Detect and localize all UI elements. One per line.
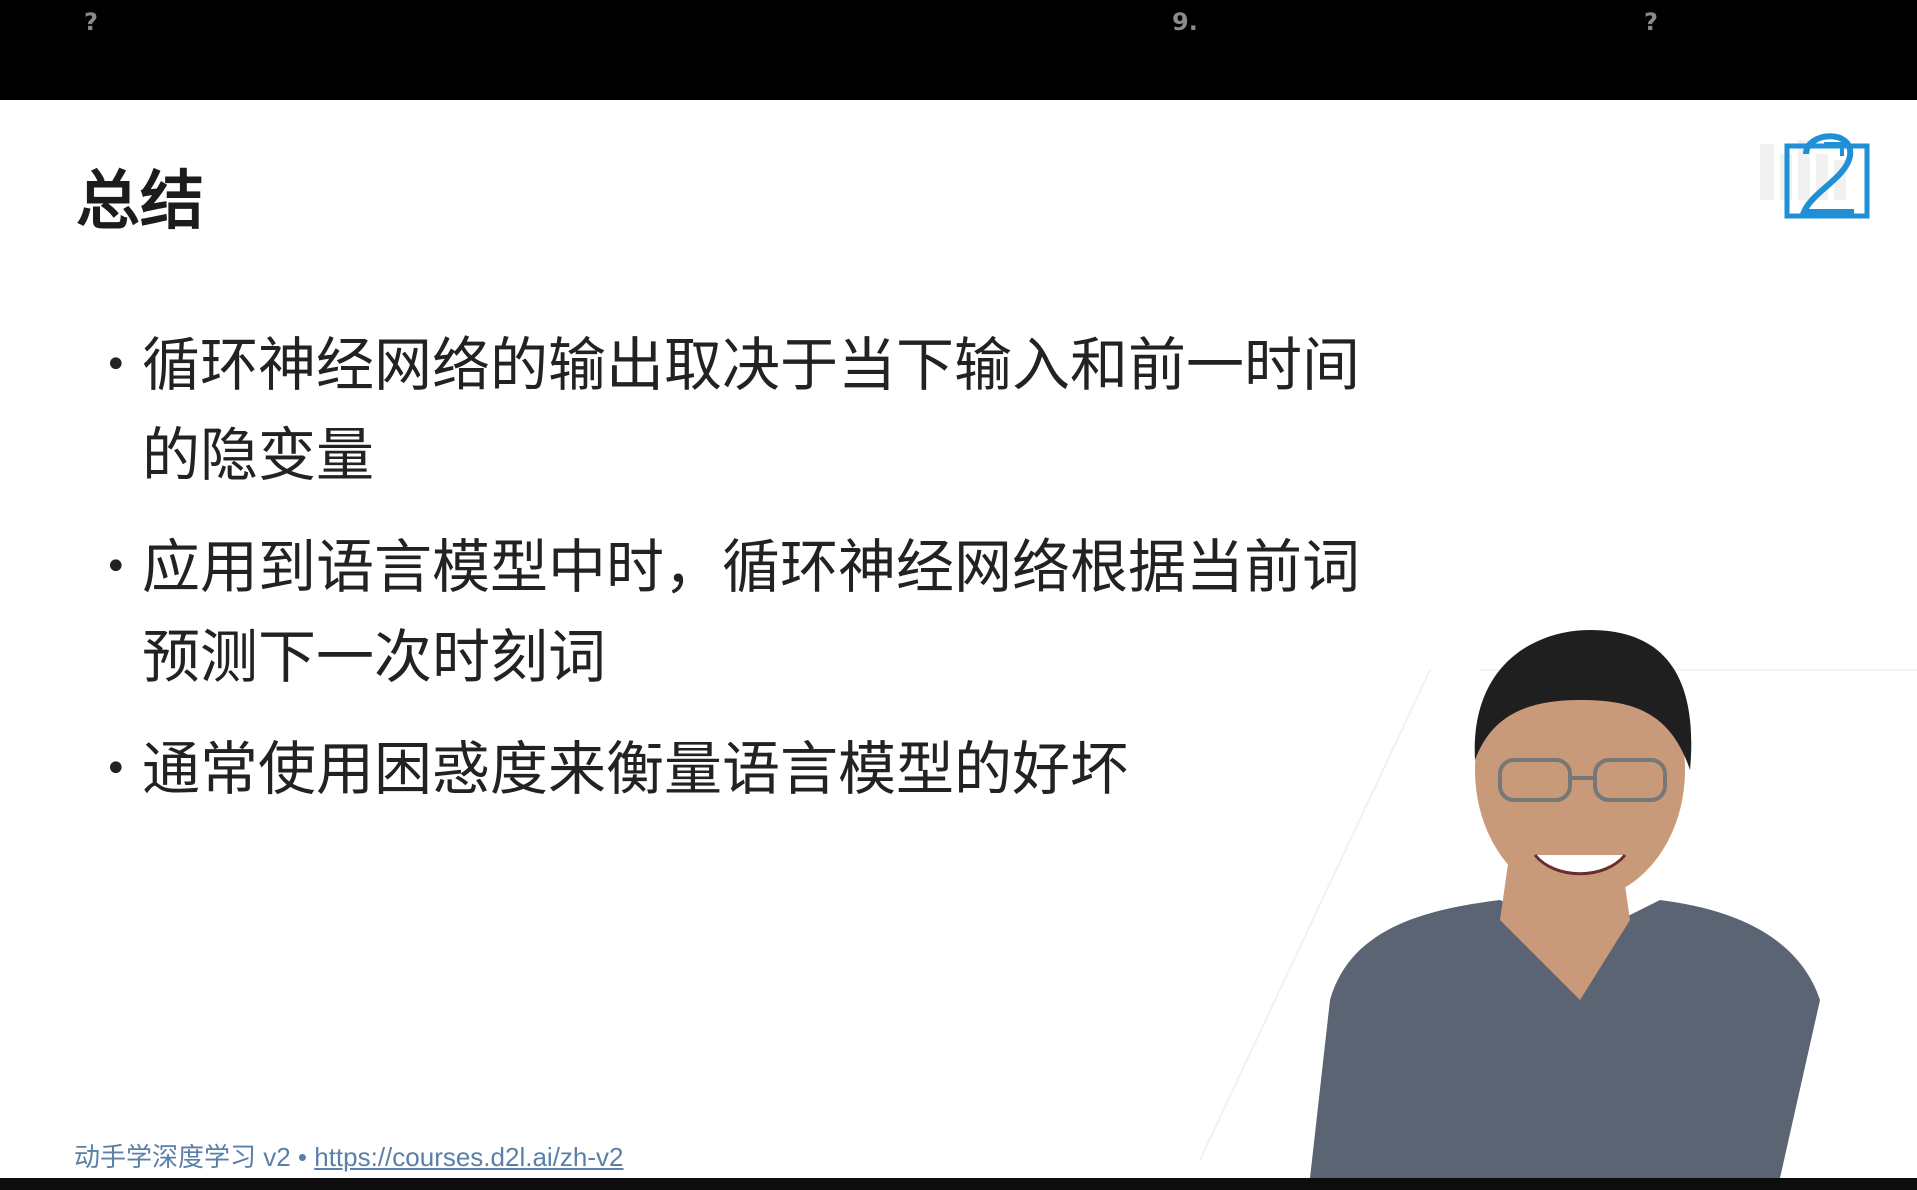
bullet-text: 通常使用困惑度来衡量语言模型的好坏 — [142, 735, 1129, 803]
bullet-text: 循环神经网络的输出取决于当下输入和前一时间的隐变量 — [142, 331, 1361, 489]
video-top-bar: ? 9. ? — [0, 0, 1917, 100]
bullet-text: 应用到语言模型中时，循环神经网络根据当前词预测下一次时刻词 — [142, 533, 1361, 691]
bullet-dot-icon: • — [104, 342, 128, 388]
bullet-dot-icon: • — [104, 544, 128, 590]
d2l-logo-icon — [1784, 133, 1870, 219]
bullet-item: • 循环神经网络的输出取决于当下输入和前一时间的隐变量 — [100, 320, 1380, 500]
top-center-marker: 9. — [1172, 8, 1198, 36]
video-bottom-bar — [0, 1178, 1917, 1190]
slide-title: 总结 — [76, 165, 204, 239]
footer-text: 动手学深度学习 v2 • — [74, 1142, 315, 1172]
lecture-slide: 总结 • 循环神经网络的输出取决于当下输入和前一时间的隐变量 • 应用到语言模型… — [0, 100, 1917, 1178]
top-right-marker: ? — [1644, 8, 1658, 36]
slide-footer: 动手学深度学习 v2 • https://courses.d2l.ai/zh-v… — [74, 1137, 624, 1174]
presenter-video — [1310, 630, 1820, 1178]
top-left-marker: ? — [84, 8, 98, 36]
footer-course-link[interactable]: https://courses.d2l.ai/zh-v2 — [314, 1142, 623, 1172]
bullet-dot-icon: • — [104, 746, 128, 792]
